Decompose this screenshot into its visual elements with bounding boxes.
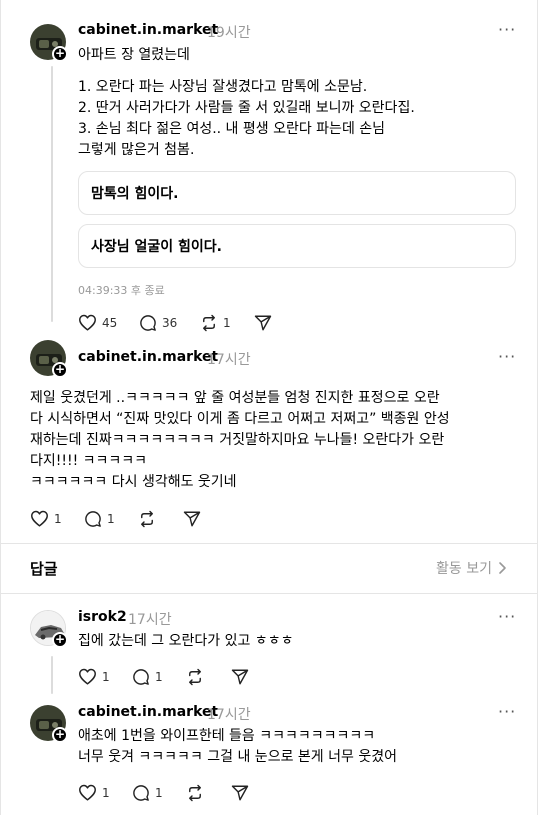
chevron-right-icon (499, 562, 506, 574)
replies-heading: 답글 (30, 560, 58, 578)
share-send-icon (231, 669, 249, 685)
post-username[interactable]: cabinet.in.market (78, 22, 218, 38)
heart-icon (79, 784, 96, 801)
plus-icon[interactable]: + (52, 632, 68, 648)
share-button[interactable] (183, 510, 201, 528)
plus-icon[interactable]: + (52, 46, 68, 62)
post-line-3: 3. 손님 최다 젊은 여성.. 내 평생 오란다 파는데 손님 (78, 121, 386, 137)
like-button[interactable]: 1 (78, 668, 110, 685)
activity-link[interactable]: 활동 보기 (436, 558, 508, 578)
reply-time[interactable]: 17시간 (207, 349, 251, 369)
repost-icon (189, 668, 201, 686)
like-button[interactable]: 45 (78, 314, 117, 331)
comment-time[interactable]: 17시간 (207, 704, 251, 724)
heart-icon (79, 668, 96, 685)
more-dots-icon[interactable]: ··· (498, 20, 516, 39)
post-line-2: 2. 딴거 사러가다가 사람들 줄 서 있길래 보니까 오란다집. (78, 100, 415, 116)
post-line-4: 그렇게 많은거 첨봄. (78, 142, 195, 158)
poll-end-time: 04:39:33 후 종료 (78, 284, 165, 297)
comment-count: 1 (107, 512, 115, 526)
share-button[interactable] (231, 668, 249, 686)
comment-line-1: 애초에 1번을 와이프한테 들음 ㅋㅋㅋㅋㅋㅋㅋㅋㅋ (78, 728, 376, 744)
poll-option-1[interactable]: 맘톡의 힘이다. (78, 171, 516, 215)
repost-button[interactable]: 1 (200, 314, 231, 332)
share-button[interactable] (231, 784, 249, 802)
like-count: 1 (102, 669, 110, 684)
comment-avatar-wrap[interactable]: + (30, 610, 68, 648)
poll-option-label: 맘톡의 힘이다. (91, 186, 179, 202)
repost-button[interactable] (138, 510, 156, 528)
post-time[interactable]: 19시간 (207, 22, 251, 42)
share-send-icon (254, 315, 272, 331)
like-button[interactable]: 1 (78, 784, 110, 801)
repost-button[interactable] (186, 784, 204, 802)
share-send-icon (231, 785, 249, 801)
repost-icon (189, 784, 201, 802)
thread-line (51, 656, 53, 694)
poll-option-label: 사장님 얼굴이 힘이다. (91, 239, 222, 255)
reply-line-2: 다 시식하면서 “진짜 맛있다 이게 좀 다르고 어쩌고 저쩌고” 백종원 안성 (30, 411, 450, 427)
comment-username[interactable]: isrok2 (78, 609, 127, 625)
comment-count: 1 (155, 670, 163, 684)
like-count: 1 (54, 511, 62, 526)
repost-icon (141, 510, 153, 528)
more-dots-icon[interactable]: ··· (498, 607, 516, 626)
comment-button[interactable]: 1 (132, 784, 163, 802)
comment-time[interactable]: 17시간 (128, 609, 172, 629)
more-dots-icon[interactable]: ··· (498, 347, 516, 366)
comment-button[interactable]: 1 (132, 668, 163, 686)
plus-icon[interactable]: + (52, 727, 68, 743)
reply-line-4: 다지!!!! ㅋㅋㅋㅋㅋ (30, 453, 148, 469)
reply-line-5: ㅋㅋㅋㅋㅋㅋ 다시 생각해도 웃기네 (30, 474, 237, 490)
thread-line (51, 66, 53, 322)
comment-text: 집에 갔는데 그 오란다가 있고 ㅎㅎㅎ (78, 633, 294, 649)
post-avatar-wrap[interactable]: + (30, 24, 68, 62)
reply-username[interactable]: cabinet.in.market (78, 349, 218, 365)
comment-button[interactable]: 36 (139, 314, 177, 332)
comment-bubble-icon (140, 315, 156, 331)
comment-bubble-icon (85, 511, 101, 527)
heart-icon (31, 510, 48, 527)
reply-avatar-wrap[interactable]: + (30, 340, 68, 378)
divider (0, 593, 538, 594)
like-button[interactable]: 1 (30, 510, 62, 527)
comment-avatar-wrap[interactable]: + (30, 705, 68, 743)
comment-count: 36 (162, 316, 178, 330)
post-line-1: 1. 오란다 파는 사장님 잘생겼다고 맘톡에 소문남. (78, 79, 368, 95)
poll-option-2[interactable]: 사장님 얼굴이 힘이다. (78, 224, 516, 268)
repost-icon (203, 314, 215, 332)
post-title: 아파트 장 열렸는데 (78, 47, 190, 63)
like-count: 45 (102, 315, 118, 330)
share-send-icon (183, 511, 201, 527)
comment-button[interactable]: 1 (84, 510, 115, 528)
comment-count: 1 (155, 786, 163, 800)
reply-line-3: 재하는데 진짜ㅋㅋㅋㅋㅋㅋㅋㅋ 거짓말하지마요 누나들! 오란다가 오란 (30, 432, 445, 448)
repost-count: 1 (223, 316, 231, 330)
heart-icon (79, 314, 96, 331)
comment-line-2: 너무 웃겨 ㅋㅋㅋㅋㅋ 그걸 내 눈으로 본게 너무 웃겼어 (78, 749, 397, 765)
share-button[interactable] (254, 314, 272, 332)
plus-icon[interactable]: + (52, 362, 68, 378)
more-dots-icon[interactable]: ··· (498, 702, 516, 721)
reply-line-1: 제일 웃겼던게 ..ㅋㅋㅋㅋㅋ 앞 줄 여성분들 엄청 진지한 표정으로 오란 (30, 390, 440, 406)
comment-username[interactable]: cabinet.in.market (78, 704, 218, 720)
divider (0, 543, 538, 544)
like-count: 1 (102, 785, 110, 800)
comment-bubble-icon (133, 669, 149, 685)
repost-button[interactable] (186, 668, 204, 686)
comment-bubble-icon (133, 785, 149, 801)
activity-link-label: 활동 보기 (436, 561, 492, 577)
